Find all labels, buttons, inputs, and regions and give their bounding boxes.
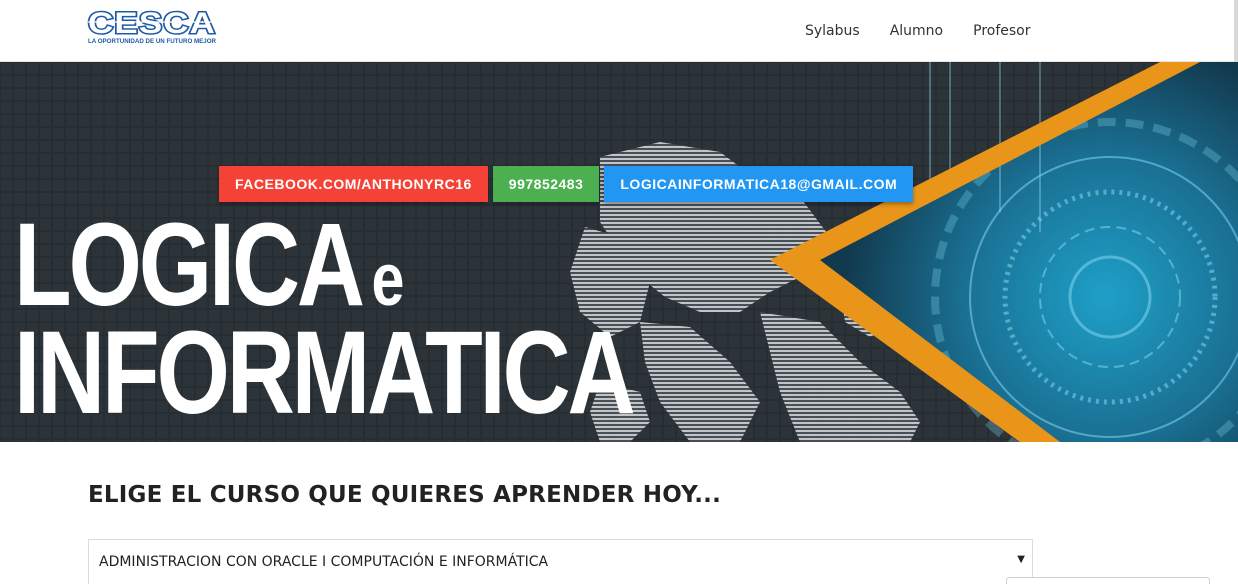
facebook-button[interactable]: FACEBOOK.COM/ANTHONYRC16 bbox=[219, 166, 488, 202]
nav-item-alumno[interactable]: Alumno bbox=[875, 20, 958, 42]
course-select[interactable]: ADMINISTRACION CON ORACLE I COMPUTACIÓN … bbox=[88, 539, 1033, 584]
svg-text:LA OPORTUNIDAD DE UN FUTURO ME: LA OPORTUNIDAD DE UN FUTURO MEJOR bbox=[88, 38, 217, 45]
section-heading: ELIGE EL CURSO QUE QUIERES APRENDER HOY.… bbox=[88, 482, 722, 508]
cesca-logo[interactable]: CESCA CESCA LA OPORTUNIDAD DE UN FUTURO … bbox=[86, 6, 220, 46]
nav-item-profesor[interactable]: Profesor bbox=[958, 20, 1045, 42]
hero-title: LOGICA e INFORMATICA bbox=[14, 206, 636, 440]
email-button[interactable]: LOGICAINFORMATICA18@GMAIL.COM bbox=[604, 166, 914, 202]
course-select-value: ADMINISTRACION CON ORACLE I COMPUTACIÓN … bbox=[99, 554, 549, 570]
hero-title-line2: INFORMATICA bbox=[14, 307, 636, 440]
main-nav: Sylabus Alumno Profesor bbox=[790, 20, 1046, 42]
nav-item-sylabus[interactable]: Sylabus bbox=[790, 20, 875, 42]
phone-button[interactable]: 997852483 bbox=[492, 166, 600, 202]
contact-buttons: FACEBOOK.COM/ANTHONYRC16 997852483 LOGIC… bbox=[219, 166, 914, 202]
navbar: CESCA CESCA LA OPORTUNIDAD DE UN FUTURO … bbox=[0, 0, 1238, 160]
hero-banner: LOGICA e INFORMATICA FACEBOOK.COM/ANTHONY… bbox=[0, 62, 1238, 442]
cesca-logo-image: CESCA CESCA LA OPORTUNIDAD DE UN FUTURO … bbox=[87, 6, 217, 45]
caret-down-icon: ▼ bbox=[1017, 554, 1025, 565]
page: CESCA CESCA LA OPORTUNIDAD DE UN FUTURO … bbox=[0, 0, 1238, 584]
floating-widget-edge bbox=[1006, 577, 1210, 584]
